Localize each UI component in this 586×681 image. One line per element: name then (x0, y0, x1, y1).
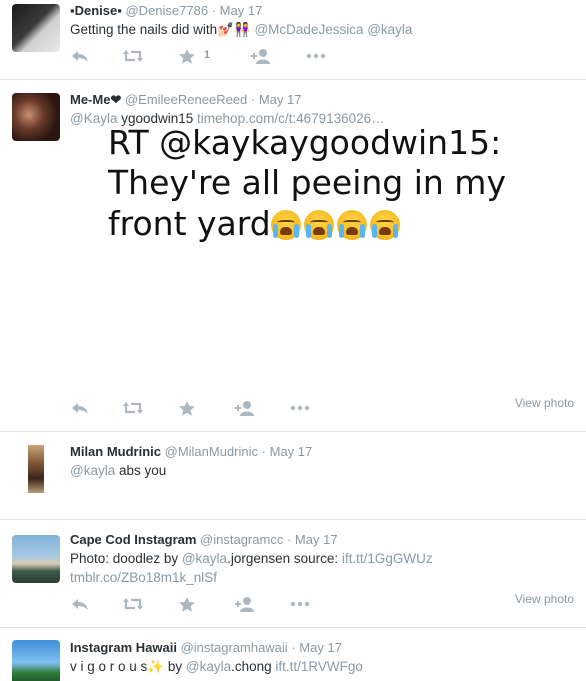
user-handle[interactable]: @instagramcc (200, 532, 283, 547)
tweet-milan[interactable]: Milan Mudrinic @MilanMudrinic · May 17 @… (0, 432, 586, 520)
display-name[interactable]: ▪Denise▪ (70, 3, 122, 18)
avatar[interactable] (12, 93, 60, 141)
timestamp[interactable]: May 17 (270, 444, 313, 459)
photo-line-3: front yard (108, 205, 403, 243)
avatar[interactable] (12, 640, 60, 681)
tweet-meme[interactable]: Me-Me❤ @EmileeReneeReed · May 17 @Kayla … (0, 80, 586, 432)
tweet-text: @kayla abs you (70, 461, 166, 480)
avatar[interactable] (28, 445, 44, 493)
tweet-photo[interactable]: RT @kaykaygoodwin15: They're all peeing … (70, 128, 570, 248)
reply-icon[interactable] (70, 596, 94, 614)
tweet-capecod[interactable]: Cape Cod Instagram @instagramcc · May 17… (0, 520, 586, 628)
favorite-icon[interactable] (178, 400, 202, 418)
separator-dot: · (211, 3, 217, 18)
favorite-icon[interactable] (178, 596, 202, 614)
mention-link[interactable]: @kayla (70, 463, 115, 478)
separator-dot: · (291, 640, 296, 655)
tweet-text-line-1: Photo: doodlez by @kayla.jorgensen sourc… (70, 549, 433, 568)
separator-dot: · (261, 444, 266, 459)
separator-dot: · (250, 92, 256, 107)
more-icon[interactable] (290, 400, 314, 418)
tweet-header: Instagram Hawaii @instagramhawaii · May … (70, 640, 342, 656)
user-handle[interactable]: @MilanMudrinic (165, 444, 258, 459)
view-photo-link[interactable]: View photo (515, 396, 574, 410)
crying-emoji-icon (303, 210, 334, 240)
photo-line-2: They're all peeing in my (108, 163, 506, 202)
separator-dot: · (286, 532, 292, 547)
follow-icon[interactable] (234, 596, 258, 614)
view-photo-link[interactable]: View photo (515, 592, 574, 606)
crying-emoji-icon (336, 210, 367, 240)
mention-link[interactable]: @kayla (186, 659, 231, 674)
follow-icon[interactable] (234, 400, 258, 418)
url-link[interactable]: timehop.com/c/t:4679136026… (197, 111, 385, 126)
timestamp[interactable]: May 17 (259, 92, 302, 107)
tweet-body: Photo: doodlez by (70, 551, 182, 566)
tweet-denise[interactable]: ▪Denise▪ @Denise7786 · May 17 Getting th… (0, 0, 586, 80)
user-handle[interactable]: @EmileeReneeReed (125, 92, 247, 107)
url-link[interactable]: tmblr.co/ZBo18m1k_nlSf (70, 570, 217, 585)
user-handle[interactable]: @Denise7786 (125, 3, 208, 18)
tweet-header: Cape Cod Instagram @instagramcc · May 17 (70, 532, 338, 548)
follow-icon[interactable] (250, 48, 274, 66)
tweet-header: ▪Denise▪ @Denise7786 · May 17 (70, 3, 262, 19)
crying-emoji-icon (270, 210, 301, 240)
tweet-body: abs you (115, 463, 167, 478)
photo-line-1: RT @kaykaygoodwin15: (108, 128, 502, 162)
tweet-header: Milan Mudrinic @MilanMudrinic · May 17 (70, 444, 312, 460)
display-name[interactable]: Milan Mudrinic (70, 444, 161, 459)
tweet-body: v i g o r o u s✨ by (70, 659, 186, 674)
url-link[interactable]: ift.tt/1GgGWUz (342, 551, 433, 566)
favorite-icon[interactable] (178, 48, 202, 66)
display-name[interactable]: Cape Cod Instagram (70, 532, 196, 547)
timestamp[interactable]: May 17 (220, 3, 263, 18)
mention-link[interactable]: @kayla (182, 551, 227, 566)
timestamp[interactable]: May 17 (299, 640, 342, 655)
more-icon[interactable] (290, 596, 314, 614)
reply-icon[interactable] (70, 400, 94, 418)
tweet-text-line-2: tmblr.co/ZBo18m1k_nlSf (70, 568, 217, 587)
tweet-hawaii[interactable]: Instagram Hawaii @instagramhawaii · May … (0, 628, 586, 681)
retweet-icon[interactable] (122, 48, 146, 66)
timestamp[interactable]: May 17 (295, 532, 338, 547)
crying-emoji-icon (369, 210, 400, 240)
tweet-text: v i g o r o u s✨ by @kayla.chong ift.tt/… (70, 657, 363, 676)
display-name[interactable]: Me-Me❤ (70, 92, 121, 107)
retweet-icon[interactable] (122, 596, 146, 614)
url-link[interactable]: ift.tt/1RVWFgo (275, 659, 363, 674)
photo-text: front yard (108, 204, 271, 243)
reply-icon[interactable] (70, 48, 94, 66)
tweet-body: .jorgensen source: (227, 551, 342, 566)
tweet-body: Getting the nails did with💅🏻👭 (70, 22, 251, 37)
tweet-body: .chong (231, 659, 276, 674)
favorite-count: 1 (204, 49, 211, 61)
tweet-text: @Kayla ygoodwin15 timehop.com/c/t:467913… (70, 109, 385, 128)
user-handle[interactable]: @instagramhawaii (181, 640, 288, 655)
avatar[interactable] (12, 4, 60, 52)
avatar[interactable] (12, 535, 60, 583)
more-icon[interactable] (306, 48, 330, 66)
tweet-body: ygoodwin15 (117, 111, 198, 126)
mention-link[interactable]: @Kayla (70, 111, 117, 126)
display-name[interactable]: Instagram Hawaii (70, 640, 177, 655)
retweet-icon[interactable] (122, 400, 146, 418)
tweet-header: Me-Me❤ @EmileeReneeReed · May 17 (70, 92, 302, 108)
tweet-text: Getting the nails did with💅🏻👭 @McDadeJes… (70, 20, 412, 39)
mention-links[interactable]: @McDadeJessica @kayla (254, 22, 412, 37)
